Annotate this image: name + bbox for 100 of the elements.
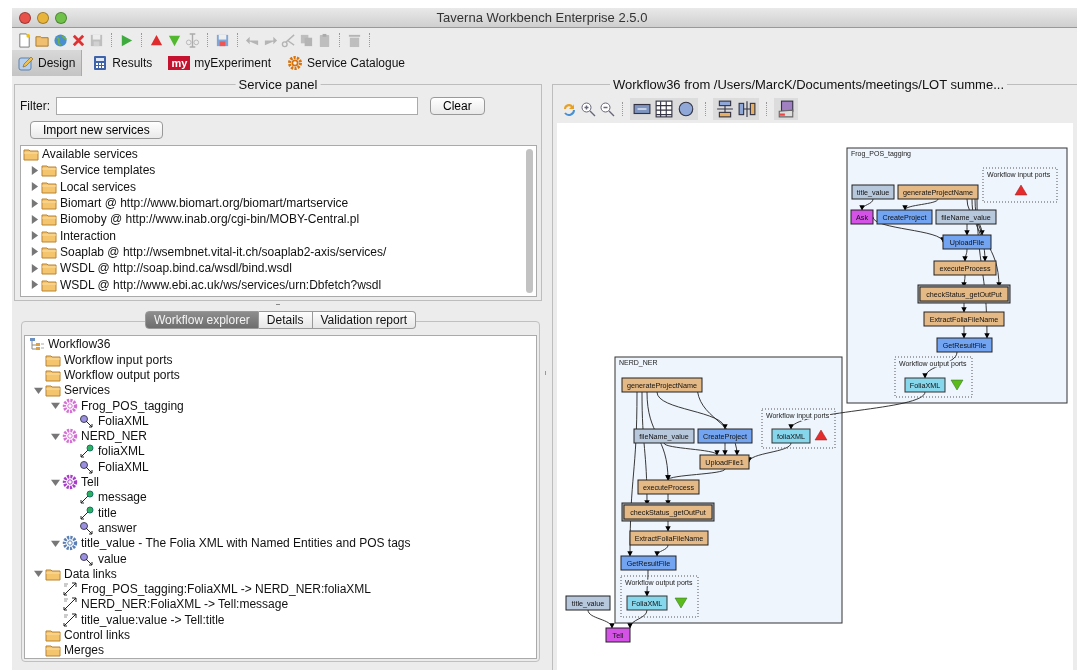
calculator-icon [92,55,109,71]
link-icon [62,612,78,627]
horizontal-layout-icon[interactable] [738,100,756,118]
expand-icon[interactable] [29,182,39,192]
tree-item[interactable]: Frog_POS_tagging:FoliaXML -> NERD_NER:foliaXML [25,581,536,597]
folder-icon [41,196,57,211]
link-icon [62,582,78,597]
expand-icon[interactable] [29,280,39,289]
tree-item[interactable]: title_value - The Folia XML with Named Entities and POS tags [25,535,536,551]
import-services-button[interactable]: Import new services [30,121,163,139]
tree-item[interactable]: NERD_NER:FoliaXML -> Tell:message [25,596,536,613]
tree-item[interactable]: value [25,550,536,567]
collapse-icon[interactable] [50,431,60,441]
input-port-icon [814,429,828,441]
tree-item[interactable]: Available services [21,146,524,163]
run-icon[interactable] [119,32,134,48]
input-port-icon [79,490,95,505]
close-icon[interactable] [71,32,86,48]
folder-icon [41,212,57,227]
tree-item[interactable]: WSDL @ http://www.ebi.ac.uk/ws/services/urn:Dbfetch?wsdl [21,276,524,293]
expand-icon[interactable] [29,198,39,208]
tree-item[interactable]: answer [25,520,536,536]
clear-button[interactable]: Clear [430,97,485,115]
expand-icon[interactable] [29,247,39,257]
tree-item[interactable]: Workflow36 [25,336,536,353]
tree-item[interactable]: title [25,505,536,521]
filter-label: Filter: [20,99,50,113]
window-title: Taverna Workbench Enterprise 2.5.0 [435,10,649,25]
tree-item[interactable]: FoliaXML [25,459,536,475]
perspective-button[interactable]: my myExperiment [162,50,277,76]
tab[interactable]: Validation report [312,310,416,329]
tree-item[interactable]: FoliaXML [25,413,536,429]
folder-icon [41,277,57,292]
tree-item[interactable]: Workflow input ports [25,352,536,368]
input-port-icon [79,505,95,520]
collapse-icon[interactable] [50,401,60,411]
tree-item[interactable]: Local services [21,178,524,195]
new-icon[interactable] [17,32,32,48]
folder-icon [45,643,61,658]
folder-icon [41,244,57,259]
tree-item[interactable]: Tell [25,474,536,490]
folder-icon [45,368,61,382]
collapse-icon[interactable] [33,569,43,579]
folder-icon [23,147,39,162]
zoom-button[interactable] [55,11,67,24]
expand-icon[interactable] [29,263,39,273]
tree-item[interactable]: Service templates [21,162,524,179]
tree-item[interactable]: foliaXML [25,443,536,460]
folder-icon [45,383,61,398]
tree-item[interactable]: Interaction [21,227,524,244]
collapse-icon[interactable] [50,477,60,487]
tree-item[interactable]: Workflow output ports [25,367,536,383]
tree-item[interactable]: Biomoby @ http://www.inab.org/cgi-bin/MOBY-Central.pl [21,211,524,228]
output-port-icon [79,459,95,474]
collapse-icon[interactable] [50,538,60,548]
folder-icon [45,352,61,367]
grid-icon[interactable] [655,100,673,118]
collapse-icon[interactable] [33,385,43,395]
tree-item[interactable]: WSDL @ http://soap.bind.ca/wsdl/bind.wsdl [21,260,524,277]
tree-item[interactable]: Control links [25,627,536,643]
tree-item[interactable]: Merges [25,642,536,658]
folder-icon [41,228,57,243]
perspective-button[interactable]: Design [12,50,83,76]
tree-item[interactable]: Services [25,382,536,398]
link-icon [62,597,78,612]
zoom-out-icon[interactable] [599,101,615,117]
expand-icon[interactable] [29,165,39,175]
folder-icon [41,179,57,194]
expand-icon[interactable] [29,214,39,224]
up-icon[interactable] [149,32,164,48]
perspective-button[interactable]: Service Catalogue [280,50,412,76]
refresh-icon[interactable] [561,101,577,117]
tree-item[interactable]: NERD_NER [25,428,536,444]
expand-icon[interactable] [29,231,39,241]
pencil-icon [18,55,34,71]
output-port-icon [950,379,964,391]
filter-field[interactable] [56,97,418,115]
tab[interactable]: Details [258,310,313,329]
input-port-icon [1014,184,1028,196]
globe-icon[interactable] [53,32,68,48]
zoom-in-icon[interactable] [580,101,596,117]
tree-item[interactable]: title_value:value -> Tell:title [25,612,536,628]
tree-item[interactable]: Data links [25,566,536,582]
workflow-icon [29,337,45,352]
tree-item[interactable]: Frog_POS_tagging [25,397,536,414]
folder-icon [41,163,57,178]
tab[interactable]: Workflow explorer [145,310,259,329]
output-port-icon [79,413,95,428]
tree-item[interactable]: Biomart @ http://www.biomart.org/biomart/martservice [21,194,524,212]
close-button[interactable] [19,11,31,24]
perspective-button[interactable]: Results [86,50,159,76]
logo-badge: my [168,56,191,70]
minimize-button[interactable] [37,11,49,24]
circle-icon[interactable] [677,100,695,118]
vertical-layout-icon[interactable] [716,100,734,118]
tree-item[interactable]: message [25,489,536,506]
tree-item[interactable]: Soaplab @ http://wsembnet.vital-it.ch/soaplab2-axis/services/ [21,243,524,261]
scrollbar[interactable] [526,149,533,293]
saveas-icon[interactable] [215,32,230,48]
gear-icon [286,55,303,71]
